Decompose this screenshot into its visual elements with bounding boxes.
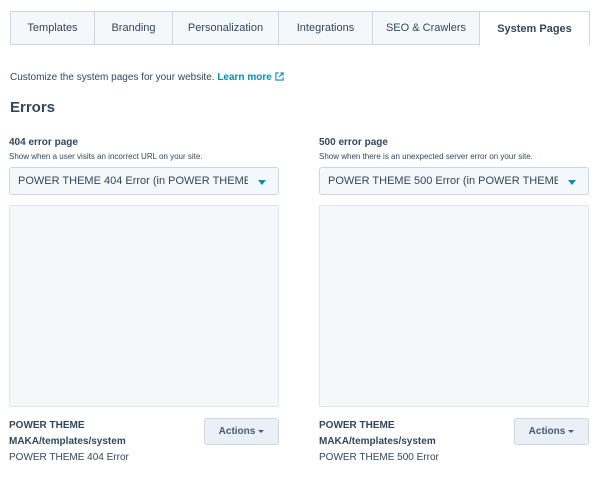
error-404-column: 404 error page Show when a user visits a… <box>9 137 279 468</box>
field-help-text: Show when there is an unexpected server … <box>319 152 533 161</box>
intro-text: Customize the system pages for your webs… <box>10 72 284 83</box>
field-label: 500 error page <box>319 137 388 148</box>
field-label: 404 error page <box>9 137 78 148</box>
learn-more-link[interactable]: Learn more <box>217 72 271 83</box>
page-preview <box>319 205 589 407</box>
tab-system-pages[interactable]: System Pages <box>479 11 590 46</box>
error-500-column: 500 error page Show when there is an une… <box>319 137 589 468</box>
caret-down-icon <box>258 430 265 433</box>
template-name: POWER THEME 500 Error <box>319 452 439 463</box>
tab-templates[interactable]: Templates <box>10 11 94 45</box>
actions-button[interactable]: Actions <box>514 418 589 445</box>
page-select-404[interactable]: POWER THEME 404 Error (in POWER THEME ..… <box>9 167 279 195</box>
page-select-500[interactable]: POWER THEME 500 Error (in POWER THEME ..… <box>319 167 589 195</box>
section-title: Errors <box>10 99 56 116</box>
field-help-text: Show when a user visits an incorrect URL… <box>9 152 203 161</box>
settings-tabs: Templates Branding Personalization Integ… <box>10 11 600 46</box>
tab-branding[interactable]: Branding <box>94 11 172 45</box>
select-value: POWER THEME 404 Error (in POWER THEME ..… <box>18 175 248 187</box>
intro-description: Customize the system pages for your webs… <box>10 72 218 83</box>
page-meta: POWER THEME MAKA/templates/system POWER … <box>319 418 589 468</box>
page-meta: POWER THEME MAKA/templates/system POWER … <box>9 418 279 468</box>
tabs-divider <box>10 44 480 45</box>
external-link-icon[interactable] <box>275 72 284 81</box>
actions-label: Actions <box>218 426 256 437</box>
template-name: POWER THEME 404 Error <box>9 452 129 463</box>
select-value: POWER THEME 500 Error (in POWER THEME ..… <box>328 175 558 187</box>
actions-label: Actions <box>528 426 566 437</box>
tab-seo-crawlers[interactable]: SEO & Crawlers <box>372 11 479 45</box>
tab-personalization[interactable]: Personalization <box>172 11 278 45</box>
tab-integrations[interactable]: Integrations <box>278 11 372 45</box>
page-preview <box>9 205 279 407</box>
actions-button[interactable]: Actions <box>204 418 279 445</box>
chevron-down-icon <box>568 180 576 185</box>
chevron-down-icon <box>258 180 266 185</box>
caret-down-icon <box>568 430 575 433</box>
